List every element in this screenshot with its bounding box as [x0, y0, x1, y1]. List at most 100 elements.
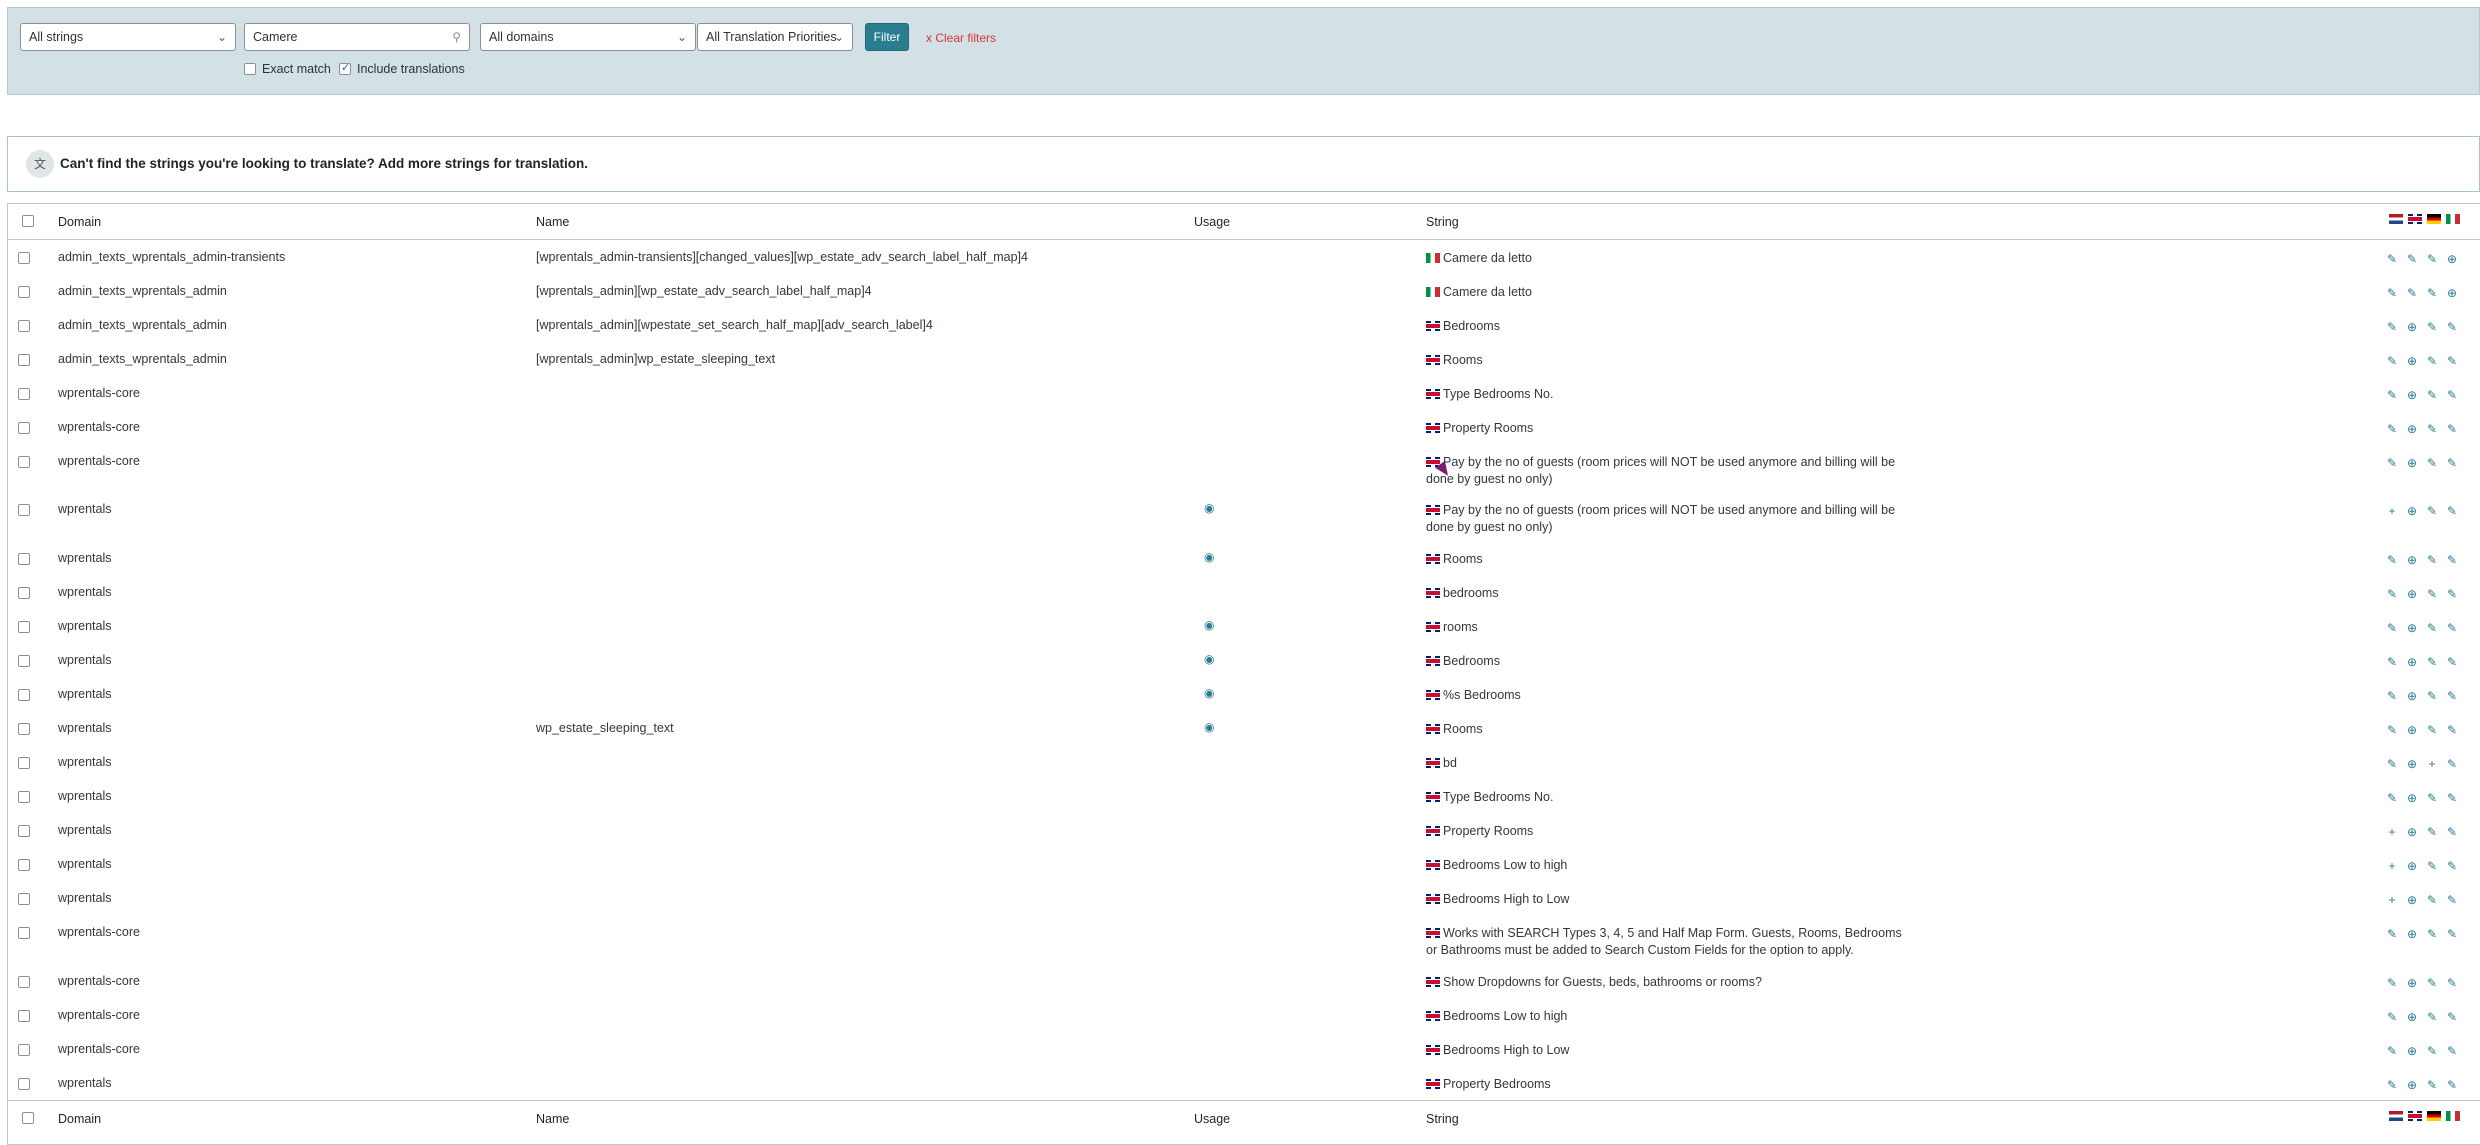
- edit-icon[interactable]: ✎: [2384, 722, 2400, 738]
- edit-icon[interactable]: ✎: [2444, 1077, 2460, 1093]
- edit-icon[interactable]: ✎: [2444, 421, 2460, 437]
- row-checkbox[interactable]: [18, 859, 30, 871]
- edit-icon[interactable]: ✎: [2424, 926, 2440, 942]
- edit-icon[interactable]: ✎: [2384, 319, 2400, 335]
- edit-icon[interactable]: ✎: [2444, 824, 2460, 840]
- edit-icon[interactable]: ✎: [2384, 790, 2400, 806]
- edit-icon[interactable]: ✎: [2444, 620, 2460, 636]
- edit-icon[interactable]: ✎: [2424, 353, 2440, 369]
- globe-icon[interactable]: ⊕: [2404, 1009, 2420, 1025]
- edit-icon[interactable]: ✎: [2424, 722, 2440, 738]
- globe-icon[interactable]: ⊕: [2404, 552, 2420, 568]
- globe-icon[interactable]: ⊕: [2404, 353, 2420, 369]
- globe-icon[interactable]: ⊕: [2404, 756, 2420, 772]
- edit-icon[interactable]: ✎: [2424, 654, 2440, 670]
- edit-icon[interactable]: ✎: [2384, 1043, 2400, 1059]
- globe-icon[interactable]: ⊕: [2404, 586, 2420, 602]
- globe-icon[interactable]: ⊕: [2404, 975, 2420, 991]
- edit-icon[interactable]: ✎: [2444, 858, 2460, 874]
- edit-icon[interactable]: ✎: [2384, 654, 2400, 670]
- edit-icon[interactable]: ✎: [2444, 722, 2460, 738]
- filter-button[interactable]: Filter: [865, 23, 909, 51]
- column-name[interactable]: Name: [536, 1112, 569, 1126]
- edit-icon[interactable]: ✎: [2384, 1009, 2400, 1025]
- globe-icon[interactable]: ⊕: [2404, 858, 2420, 874]
- edit-icon[interactable]: ✎: [2424, 552, 2440, 568]
- row-checkbox[interactable]: [18, 893, 30, 905]
- select-all-checkbox[interactable]: [22, 215, 34, 227]
- usage-eye-icon[interactable]: ◉: [1204, 501, 1214, 515]
- edit-icon[interactable]: ✎: [2424, 688, 2440, 704]
- usage-eye-icon[interactable]: ◉: [1204, 550, 1214, 564]
- notice-text[interactable]: Can't find the strings you're looking to…: [60, 156, 588, 171]
- edit-icon[interactable]: ✎: [2444, 1009, 2460, 1025]
- edit-icon[interactable]: ✎: [2384, 285, 2400, 301]
- edit-icon[interactable]: ✎: [2424, 421, 2440, 437]
- globe-icon[interactable]: ⊕: [2404, 654, 2420, 670]
- edit-icon[interactable]: ✎: [2424, 790, 2440, 806]
- row-checkbox[interactable]: [18, 1010, 30, 1022]
- add-icon[interactable]: +: [2384, 892, 2400, 908]
- edit-icon[interactable]: ✎: [2444, 790, 2460, 806]
- edit-icon[interactable]: ✎: [2384, 975, 2400, 991]
- edit-icon[interactable]: ✎: [2444, 387, 2460, 403]
- column-domain[interactable]: Domain: [58, 215, 101, 229]
- row-checkbox[interactable]: [18, 791, 30, 803]
- edit-icon[interactable]: ✎: [2424, 387, 2440, 403]
- row-checkbox[interactable]: [18, 422, 30, 434]
- edit-icon[interactable]: ✎: [2444, 892, 2460, 908]
- include-translations-checkbox[interactable]: [339, 61, 351, 75]
- edit-icon[interactable]: ✎: [2424, 455, 2440, 471]
- clear-filters-link[interactable]: x Clear filters: [926, 31, 996, 45]
- priorities-select[interactable]: All Translation Priorities ⌄: [697, 23, 853, 51]
- edit-icon[interactable]: ✎: [2384, 756, 2400, 772]
- add-icon[interactable]: +: [2384, 858, 2400, 874]
- row-checkbox[interactable]: [18, 621, 30, 633]
- edit-icon[interactable]: ✎: [2404, 251, 2420, 267]
- column-string[interactable]: String: [1426, 215, 1459, 229]
- globe-icon[interactable]: ⊕: [2404, 387, 2420, 403]
- usage-eye-icon[interactable]: ◉: [1204, 618, 1214, 632]
- globe-icon[interactable]: ⊕: [2404, 620, 2420, 636]
- row-checkbox[interactable]: [18, 354, 30, 366]
- edit-icon[interactable]: ✎: [2424, 1077, 2440, 1093]
- edit-icon[interactable]: ✎: [2444, 586, 2460, 602]
- edit-icon[interactable]: ✎: [2444, 926, 2460, 942]
- row-checkbox[interactable]: [18, 1044, 30, 1056]
- edit-icon[interactable]: ✎: [2424, 586, 2440, 602]
- edit-icon[interactable]: ✎: [2424, 975, 2440, 991]
- row-checkbox[interactable]: [18, 320, 30, 332]
- globe-icon[interactable]: ⊕: [2404, 892, 2420, 908]
- edit-icon[interactable]: ✎: [2424, 892, 2440, 908]
- select-all-checkbox[interactable]: [22, 1112, 34, 1124]
- edit-icon[interactable]: ✎: [2444, 975, 2460, 991]
- row-checkbox[interactable]: [18, 388, 30, 400]
- row-checkbox[interactable]: [18, 252, 30, 264]
- add-icon[interactable]: +: [2424, 756, 2440, 772]
- edit-icon[interactable]: ✎: [2444, 353, 2460, 369]
- exact-match-checkbox[interactable]: [244, 63, 256, 75]
- row-checkbox[interactable]: [18, 976, 30, 988]
- edit-icon[interactable]: ✎: [2444, 552, 2460, 568]
- add-icon[interactable]: +: [2384, 824, 2400, 840]
- row-checkbox[interactable]: [18, 927, 30, 939]
- edit-icon[interactable]: ✎: [2424, 620, 2440, 636]
- edit-icon[interactable]: ✎: [2384, 688, 2400, 704]
- edit-icon[interactable]: ✎: [2424, 319, 2440, 335]
- edit-icon[interactable]: ✎: [2424, 1009, 2440, 1025]
- row-checkbox[interactable]: [18, 587, 30, 599]
- globe-icon[interactable]: ⊕: [2404, 688, 2420, 704]
- edit-icon[interactable]: ✎: [2384, 620, 2400, 636]
- edit-icon[interactable]: ✎: [2384, 421, 2400, 437]
- usage-eye-icon[interactable]: ◉: [1204, 720, 1214, 734]
- globe-icon[interactable]: ⊕: [2404, 503, 2420, 519]
- edit-icon[interactable]: ✎: [2384, 251, 2400, 267]
- row-checkbox[interactable]: [18, 757, 30, 769]
- search-input[interactable]: Camere ⚲: [244, 23, 470, 51]
- row-checkbox[interactable]: [18, 286, 30, 298]
- edit-icon[interactable]: ✎: [2384, 353, 2400, 369]
- row-checkbox[interactable]: [18, 825, 30, 837]
- globe-icon[interactable]: ⊕: [2404, 722, 2420, 738]
- globe-icon[interactable]: ⊕: [2404, 926, 2420, 942]
- edit-icon[interactable]: ✎: [2384, 586, 2400, 602]
